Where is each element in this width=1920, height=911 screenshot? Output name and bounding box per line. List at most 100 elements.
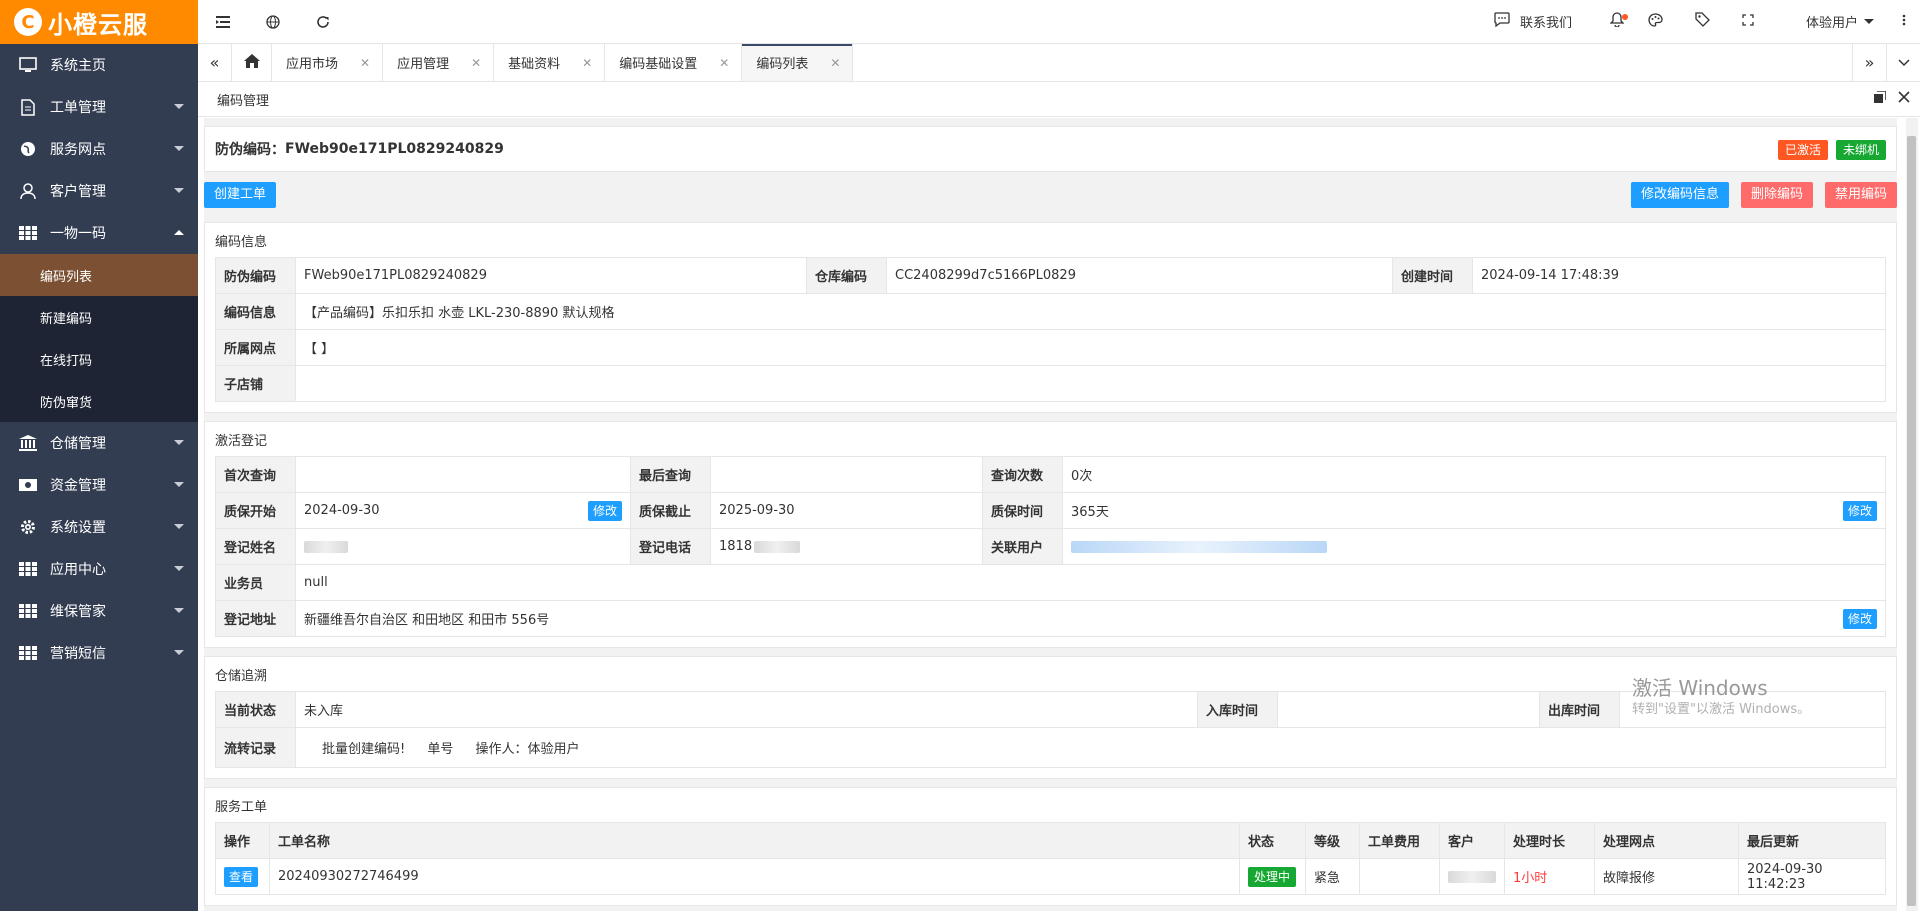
scrollbar-thumb[interactable] xyxy=(1907,136,1916,906)
sidebar-item-settings[interactable]: 系统设置 xyxy=(0,506,198,548)
sidebar-item-label: 客户管理 xyxy=(50,184,106,200)
sidebar-item-customers[interactable]: 客户管理 xyxy=(0,170,198,212)
sidebar-subitem-anti-diversion[interactable]: 防伪窜货 xyxy=(0,380,198,422)
create-order-button[interactable]: 创建工单 xyxy=(204,182,277,208)
tab-code-settings[interactable]: 编码基础设置 ✕ xyxy=(605,44,743,81)
content-area: 防伪编码： FWeb90e171PL0829240829 已激活 未绑机 创建工… xyxy=(204,118,1897,911)
sidebar-item-home[interactable]: 系统主页 xyxy=(0,44,198,86)
cell-value xyxy=(1062,528,1886,565)
chat-icon xyxy=(1494,12,1510,31)
globe-icon[interactable] xyxy=(248,0,298,44)
refresh-icon[interactable] xyxy=(298,0,348,44)
top-bar: 联系我们 体验用户 xyxy=(198,0,1920,44)
code-info-card: 编码信息 防伪编码 FWeb90e171PL0829240829 仓库编码 CC… xyxy=(204,222,1897,413)
sidebar-item-orders[interactable]: 工单管理 xyxy=(0,86,198,128)
tab-app-market[interactable]: 应用市场 ✕ xyxy=(272,44,384,81)
tab-basic-data[interactable]: 基础资料 ✕ xyxy=(494,44,606,81)
more-button[interactable] xyxy=(1886,0,1920,44)
sidebar-subitem-new-code[interactable]: 新建编码 xyxy=(0,296,198,338)
tabs-menu-chevron-icon[interactable] xyxy=(1886,44,1920,81)
sidebar-menu: 系统主页 工单管理 服务网点 客户管理 一物一码 编码列表 新建编码 在线打码 … xyxy=(0,44,198,674)
sidebar-item-app-center[interactable]: 应用中心 xyxy=(0,548,198,590)
cell-value: 0次 xyxy=(1062,456,1886,493)
cell-label: 关联用户 xyxy=(982,528,1063,565)
cell-value xyxy=(295,528,631,565)
sidebar-item-sms[interactable]: 营销短信 xyxy=(0,632,198,674)
grid-icon xyxy=(18,643,38,663)
edit-address-button[interactable]: 修改 xyxy=(1842,608,1877,629)
sidebar-item-outlets[interactable]: 服务网点 xyxy=(0,128,198,170)
chevron-down-icon xyxy=(174,524,184,529)
cell-label: 当前状态 xyxy=(215,691,296,728)
theme-button[interactable] xyxy=(1636,0,1675,44)
panel-header-icons xyxy=(1874,90,1910,107)
user-name: 体验用户 xyxy=(1805,16,1858,31)
disable-code-button[interactable]: 禁用编码 xyxy=(1824,182,1897,208)
menu-toggle-icon[interactable] xyxy=(198,0,248,44)
sidebar-item-maintenance[interactable]: 维保管家 xyxy=(0,590,198,632)
edit-warranty-start-button[interactable]: 修改 xyxy=(587,500,622,521)
tabs-scroll-left-icon[interactable]: « xyxy=(198,44,232,81)
phone-prefix: 1818 xyxy=(719,539,753,554)
tab-code-list[interactable]: 编码列表 ✕ xyxy=(742,44,854,81)
chevron-down-icon xyxy=(174,482,184,487)
logo-mark: C xyxy=(14,8,42,36)
grid-icon xyxy=(18,601,38,621)
sidebar-item-warehouse[interactable]: 仓储管理 xyxy=(0,422,198,464)
sidebar-item-label: 服务网点 xyxy=(50,142,106,158)
submenu-one-code: 编码列表 新建编码 在线打码 防伪窜货 xyxy=(0,254,198,422)
user-icon xyxy=(18,181,38,201)
user-menu[interactable]: 体验用户 xyxy=(1794,0,1886,44)
redacted-linked-user xyxy=(1071,540,1327,553)
more-vertical-icon xyxy=(1902,14,1906,30)
warranty-time-value: 365天 xyxy=(1071,505,1109,520)
chevron-down-icon xyxy=(174,104,184,109)
view-order-button[interactable]: 查看 xyxy=(224,866,259,887)
column-header: 处理网点 xyxy=(1594,822,1739,859)
tabs-right-controls: » xyxy=(1852,44,1920,81)
chevron-down-icon xyxy=(174,188,184,193)
close-icon[interactable]: ✕ xyxy=(582,56,592,70)
edit-code-info-button[interactable]: 修改编码信息 xyxy=(1630,182,1729,208)
service-orders-table: 操作 工单名称 状态 等级 工单费用 客户 处理时长 处理网点 最后更新 查看 … xyxy=(215,822,1886,895)
cell-value: 2024-09-30 修改 xyxy=(295,492,631,529)
notification-button[interactable] xyxy=(1598,0,1636,44)
fullscreen-button[interactable] xyxy=(1730,0,1766,44)
bank-icon xyxy=(18,433,38,453)
restore-window-icon[interactable] xyxy=(1874,90,1887,107)
redacted-phone xyxy=(754,540,801,553)
table-row: 质保开始 2024-09-30 修改 质保截止 2025-09-30 质保时间 … xyxy=(215,492,1886,529)
tab-app-management[interactable]: 应用管理 ✕ xyxy=(383,44,495,81)
tag-button[interactable] xyxy=(1683,0,1722,44)
grid-icon xyxy=(18,223,38,243)
edit-warranty-time-button[interactable]: 修改 xyxy=(1842,500,1877,521)
cell-value: 1818 xyxy=(710,528,983,565)
action-buttons-right: 修改编码信息 删除编码 禁用编码 xyxy=(1630,182,1897,208)
chevron-down-icon xyxy=(174,608,184,613)
money-icon xyxy=(18,475,38,495)
sidebar-item-one-code[interactable]: 一物一码 xyxy=(0,212,198,254)
close-icon[interactable]: ✕ xyxy=(830,56,840,70)
logo[interactable]: C 小橙云服 xyxy=(0,0,198,44)
sidebar-subitem-code-list[interactable]: 编码列表 xyxy=(0,254,198,296)
cell-value: 【产品编码】乐扣乐扣 水壶 LKL-230-8890 默认规格 xyxy=(295,293,1886,330)
close-icon[interactable] xyxy=(1898,91,1910,107)
section-title: 激活登记 xyxy=(215,433,268,449)
sidebar-subitem-online-print[interactable]: 在线打码 xyxy=(0,338,198,380)
cell-value xyxy=(295,365,1886,402)
close-icon[interactable]: ✕ xyxy=(360,56,370,70)
column-header: 工单名称 xyxy=(269,822,1240,859)
cell-value: CC2408299d7c5166PL0829 xyxy=(886,257,1393,294)
table-row: 子店铺 xyxy=(215,365,1886,402)
home-tab[interactable] xyxy=(232,44,272,81)
cell-label: 入库时间 xyxy=(1197,691,1278,728)
chevron-down-icon xyxy=(174,146,184,151)
close-icon[interactable]: ✕ xyxy=(471,56,481,70)
sidebar-item-funds[interactable]: 资金管理 xyxy=(0,464,198,506)
contact-us-button[interactable]: 联系我们 xyxy=(1482,0,1584,44)
cell-label: 流转记录 xyxy=(215,727,296,768)
delete-code-button[interactable]: 删除编码 xyxy=(1740,182,1813,208)
close-icon[interactable]: ✕ xyxy=(719,56,729,70)
sidebar-item-label: 营销短信 xyxy=(50,646,106,662)
tabs-scroll-right-icon[interactable]: » xyxy=(1852,44,1886,81)
